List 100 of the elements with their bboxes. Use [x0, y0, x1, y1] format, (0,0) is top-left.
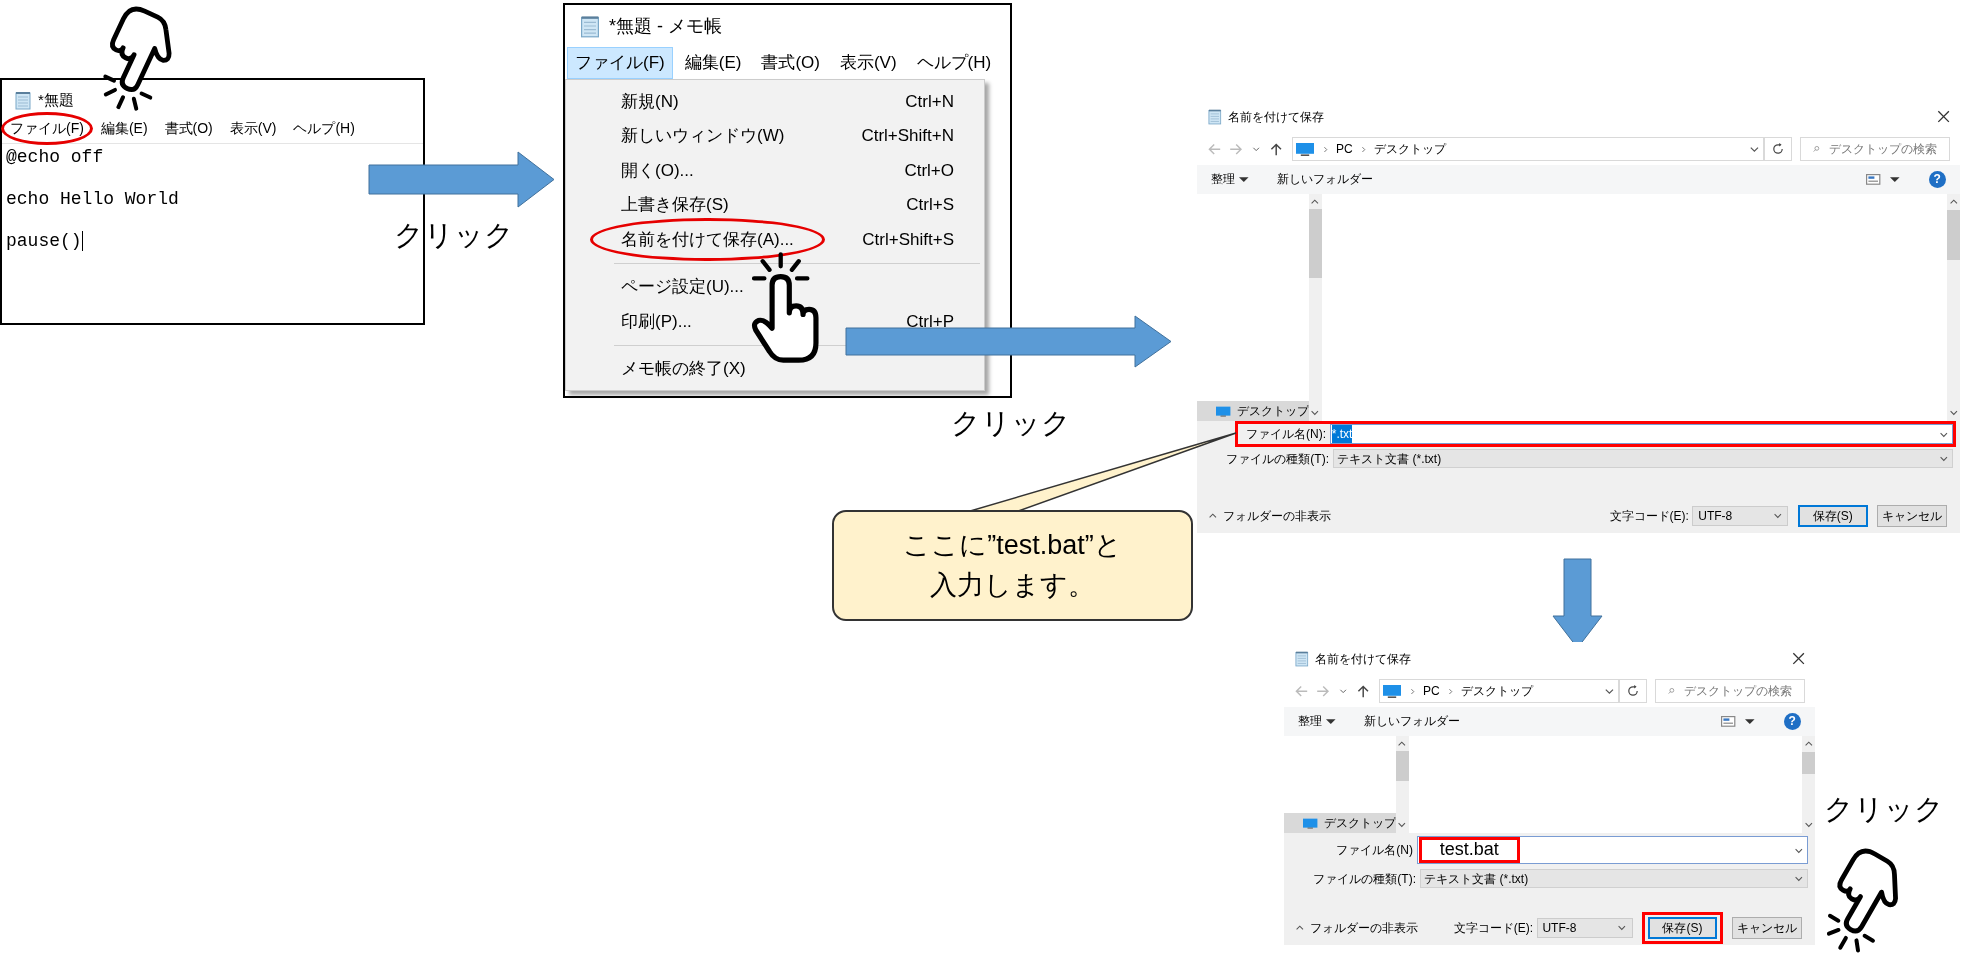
field-label: ファイルの種類(T):: [1312, 870, 1417, 888]
breadcrumb-item[interactable]: デスクトップ: [1374, 140, 1447, 159]
organize-button[interactable]: 整理: [1211, 170, 1249, 189]
cancel-button[interactable]: キャンセル: [1877, 505, 1947, 527]
menu-item[interactable]: ページ設定(U)...: [621, 274, 744, 300]
caret-icon[interactable]: [1890, 175, 1900, 183]
chevron-down-icon: [1617, 923, 1627, 933]
address-bar[interactable]: PC デスクトップ: [1291, 137, 1765, 162]
menu-item[interactable]: 編集(E): [676, 47, 750, 79]
help-icon[interactable]: ?: [1783, 712, 1801, 730]
chevron-up-icon: [1397, 739, 1407, 749]
forward-arrow-icon[interactable]: [1229, 142, 1244, 157]
callout-text: 入力します。: [930, 568, 1095, 602]
field-label: ファイル名(N): [1335, 842, 1414, 860]
nav-item[interactable]: デスクトップ: [1284, 813, 1396, 834]
refresh-button[interactable]: [1619, 679, 1647, 704]
address-bar[interactable]: PC デスクトップ: [1378, 679, 1620, 704]
notepad-icon: [579, 14, 601, 38]
organize-button[interactable]: 整理: [1298, 712, 1336, 731]
file-type-dropdown[interactable]: テキスト文書 (*.txt): [1332, 449, 1954, 469]
caret-icon: [1326, 717, 1336, 725]
computer-icon: [1296, 142, 1315, 156]
shortcut-text: Ctrl+O: [904, 159, 954, 182]
menu-item[interactable]: 上書き保存(S): [621, 192, 729, 218]
window-title: *無題: [38, 89, 74, 110]
up-arrow-icon[interactable]: [1268, 142, 1284, 157]
menu-item[interactable]: メモ帳の終了(X): [621, 356, 746, 382]
menu-item[interactable]: ファイル(F): [567, 47, 673, 79]
breadcrumb-item[interactable]: PC: [1422, 682, 1440, 701]
window-title: *無題 - メモ帳: [609, 14, 722, 38]
menu-item[interactable]: ヘルプ(H): [908, 47, 1000, 79]
hide-folders-button[interactable]: フォルダーの非表示: [1294, 919, 1419, 938]
file-type-dropdown[interactable]: テキスト文書 (*.txt): [1419, 869, 1809, 889]
menu-item[interactable]: 開く(O)...: [621, 157, 694, 183]
chevron-up-icon: [1310, 197, 1320, 207]
callout-text: ここに”test.bat”と: [903, 529, 1122, 563]
code-line: pause(): [6, 230, 82, 253]
field-value: *.txt: [1331, 425, 1353, 444]
search-field[interactable]: デスクトップの検索: [1655, 679, 1806, 704]
menu-item[interactable]: 書式(O): [164, 118, 213, 139]
menu-item[interactable]: 表示(V): [229, 118, 277, 139]
search-placeholder: デスクトップの検索: [1829, 141, 1938, 159]
close-icon[interactable]: [1792, 652, 1806, 666]
save-button[interactable]: 保存(S): [1647, 917, 1718, 939]
menu-item[interactable]: 新しいウィンドウ(W): [621, 123, 785, 149]
menu-item[interactable]: 新規(N): [621, 88, 679, 114]
menu-item[interactable]: 印刷(P)...: [621, 308, 692, 334]
menu-item[interactable]: ファイル(F): [1, 112, 93, 145]
shortcut-text: Ctrl+S: [906, 194, 954, 216]
field-label: 文字コード(E):: [1453, 920, 1534, 938]
breadcrumb-item[interactable]: デスクトップ: [1461, 682, 1534, 701]
menu-item[interactable]: 編集(E): [100, 118, 148, 139]
field-value: test.bat: [1418, 837, 1520, 864]
search-placeholder: デスクトップの検索: [1684, 683, 1793, 701]
view-icon[interactable]: [1866, 173, 1881, 185]
encoding-dropdown[interactable]: UTF-8: [1536, 918, 1633, 939]
text-cursor: [81, 231, 83, 251]
chevron-down-icon: [1939, 454, 1949, 464]
chevron-right-icon: [1446, 687, 1454, 695]
code-line: @echo off: [6, 146, 104, 169]
click-label: クリック: [394, 218, 514, 253]
chevron-up-icon: [1294, 923, 1305, 933]
back-arrow-icon[interactable]: [1293, 684, 1308, 699]
help-icon[interactable]: ?: [1928, 170, 1946, 188]
refresh-icon: [1627, 685, 1640, 698]
chevron-up-icon: [1948, 197, 1959, 207]
cancel-button[interactable]: キャンセル: [1732, 917, 1802, 939]
notepad-icon: [1293, 650, 1310, 668]
forward-arrow-icon[interactable]: [1316, 684, 1331, 699]
up-arrow-icon[interactable]: [1355, 684, 1371, 699]
breadcrumb-item[interactable]: PC: [1335, 140, 1353, 159]
new-folder-button[interactable]: 新しいフォルダー: [1277, 170, 1374, 189]
field-label: 文字コード(E):: [1609, 508, 1689, 526]
new-folder-button[interactable]: 新しいフォルダー: [1364, 712, 1461, 731]
close-icon[interactable]: [1937, 110, 1951, 124]
dialog-title: 名前を付けて保存: [1228, 108, 1325, 126]
filename-field[interactable]: test.bat: [1416, 836, 1809, 865]
chevron-down-icon: [1803, 820, 1814, 830]
field-label: ファイル名(N):: [1245, 426, 1327, 444]
refresh-button[interactable]: [1764, 137, 1792, 162]
menu-item[interactable]: 書式(O): [753, 47, 828, 79]
desktop-icon: [1303, 816, 1318, 830]
save-button[interactable]: 保存(S): [1798, 505, 1868, 527]
menu-item[interactable]: ヘルプ(H): [293, 118, 355, 139]
shortcut-text: Ctrl+Shift+N: [861, 125, 954, 147]
chevron-right-icon: [1359, 145, 1367, 153]
search-field[interactable]: デスクトップの検索: [1800, 137, 1951, 162]
chevron-right-icon: [1408, 687, 1416, 695]
encoding-dropdown[interactable]: UTF-8: [1692, 506, 1789, 527]
chevron-right-icon: [1321, 145, 1329, 153]
back-arrow-icon[interactable]: [1206, 142, 1221, 157]
refresh-icon: [1772, 143, 1785, 156]
filename-field[interactable]: *.txt: [1329, 424, 1954, 445]
hide-folders-button[interactable]: フォルダーの非表示: [1207, 507, 1332, 526]
caret-icon[interactable]: [1745, 717, 1755, 725]
view-icon[interactable]: [1721, 715, 1736, 727]
chevron-down-icon: [1397, 820, 1407, 830]
menu-item[interactable]: 表示(V): [831, 47, 905, 79]
nav-item[interactable]: デスクトップ: [1197, 401, 1309, 422]
chevron-down-icon: [1339, 687, 1348, 696]
